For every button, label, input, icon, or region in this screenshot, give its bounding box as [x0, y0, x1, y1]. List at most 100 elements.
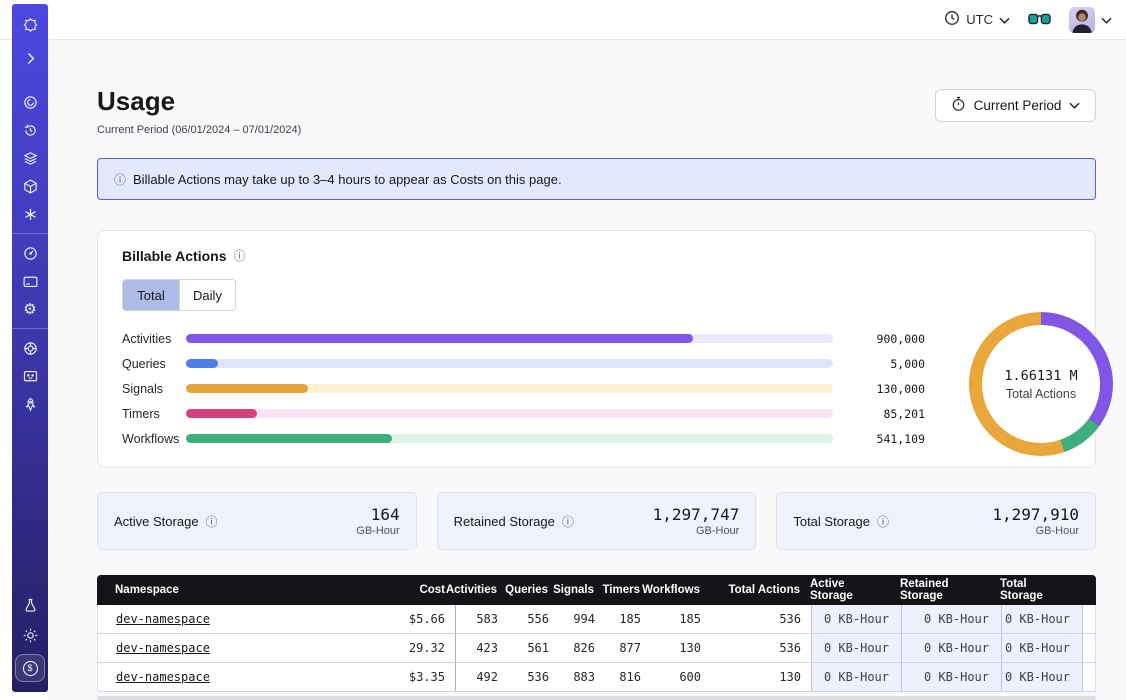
top-bar: UTC	[0, 0, 1126, 40]
chevron-right-icon[interactable]	[12, 45, 48, 71]
column-header-namespace: Namespace	[97, 575, 357, 605]
info-icon[interactable]: ⓘ	[234, 247, 246, 264]
cell-cost: $5.66	[358, 605, 456, 633]
bar-row: Timers85,201	[122, 401, 937, 426]
horizontal-scrollbar[interactable]	[97, 696, 1096, 700]
page-title: Usage	[97, 86, 175, 117]
cell-queries: 536	[508, 663, 559, 691]
lab-flask-icon[interactable]	[12, 592, 48, 618]
column-header-total_storage: Total Storage	[1000, 575, 1082, 605]
namespace-usage-table: NamespaceCostActivitiesQueriesSignalsTim…	[97, 575, 1096, 692]
history-icon[interactable]	[12, 117, 48, 143]
total-actions-label: Total Actions	[1006, 387, 1076, 401]
bar-row: Signals130,000	[122, 376, 937, 401]
cell-activities: 423	[456, 634, 508, 662]
pricing-coin-icon[interactable]: $	[15, 654, 45, 682]
cell-cost: $3.35	[358, 663, 456, 691]
total-storage-card: Total Storage ⓘ 1,297,910 GB-Hour	[776, 492, 1096, 550]
column-header-active_storage: Active Storage	[810, 575, 900, 605]
bar-label: Activities	[122, 332, 186, 346]
timezone-label: UTC	[966, 12, 993, 27]
layers-icon[interactable]	[12, 145, 48, 171]
active-storage-value: 164	[356, 505, 399, 524]
cell-timers: 185	[605, 605, 651, 633]
bar-row: Workflows541,109	[122, 426, 937, 451]
namespace-link[interactable]: dev-namespace	[116, 641, 210, 655]
settings-gear-icon[interactable]: ⚙	[12, 296, 48, 322]
cell-activities: 583	[456, 605, 508, 633]
column-header-queries: Queries	[507, 575, 558, 605]
glasses-icon[interactable]	[1028, 13, 1051, 26]
cell-active_storage: 0 KB-Hour	[811, 634, 901, 662]
cell-signals: 994	[559, 605, 605, 633]
cell-workflows: 185	[651, 605, 711, 633]
storage-summary-row: Active Storage ⓘ 164 GB-Hour Retained St…	[97, 492, 1096, 550]
chevron-down-icon	[999, 12, 1010, 27]
cell-namespace: dev-namespace	[98, 663, 358, 691]
info-icon[interactable]: ⓘ	[206, 513, 218, 530]
cell-retained_storage: 0 KB-Hour	[901, 663, 1001, 691]
cube-icon[interactable]	[12, 173, 48, 199]
period-dropdown-label: Current Period	[974, 98, 1062, 113]
info-banner-text: Billable Actions may take up to 3–4 hour…	[133, 172, 562, 187]
cell-total_storage: 0 KB-Hour	[1001, 663, 1083, 691]
cell-activities: 492	[456, 663, 508, 691]
docs-monitor-icon[interactable]	[12, 363, 48, 389]
billable-bar-chart: Activities900,000 Queries 5,000 Signals130,…	[122, 326, 937, 451]
table-row: dev-namespace29.324235618268771305360 KB…	[98, 634, 1095, 663]
bar-fill	[186, 334, 693, 343]
billable-actions-title: Billable Actions ⓘ	[122, 247, 246, 264]
column-header-activities: Activities	[455, 575, 507, 605]
namespaces-icon[interactable]	[12, 89, 48, 115]
total-storage-label: Total Storage ⓘ	[793, 513, 889, 530]
active-storage-unit: GB-Hour	[356, 525, 399, 537]
cell-signals: 883	[559, 663, 605, 691]
theme-sun-icon[interactable]	[12, 622, 48, 648]
cell-retained_storage: 0 KB-Hour	[901, 605, 1001, 633]
asterisk-icon[interactable]	[12, 201, 48, 227]
cell-queries: 556	[508, 605, 559, 633]
total-storage-value: 1,297,910	[992, 505, 1079, 524]
billing-card-icon[interactable]	[12, 268, 48, 294]
tab-daily[interactable]: Daily	[179, 280, 235, 310]
stopwatch-icon	[951, 96, 966, 115]
main-content: Usage Current Period (06/01/2024 – 07/01…	[48, 40, 1126, 700]
cell-total_storage: 0 KB-Hour	[1001, 634, 1083, 662]
namespace-link[interactable]: dev-namespace	[116, 670, 210, 684]
cell-workflows: 130	[651, 634, 711, 662]
bar-value: 5,000	[833, 357, 925, 371]
cell-cost: 29.32	[358, 634, 456, 662]
column-header-workflows: Workflows	[650, 575, 710, 605]
bar-label: Queries	[122, 357, 186, 371]
column-header-cost: Cost	[357, 575, 455, 605]
tab-total[interactable]: Total	[123, 280, 179, 310]
clock-icon	[944, 10, 960, 29]
retained-storage-card: Retained Storage ⓘ 1,297,747 GB-Hour	[437, 492, 757, 550]
namespace-link[interactable]: dev-namespace	[116, 612, 210, 626]
user-menu[interactable]	[1069, 7, 1112, 33]
info-icon[interactable]: ⓘ	[877, 513, 889, 530]
active-storage-label: Active Storage ⓘ	[114, 513, 218, 530]
app-sidebar: ⚙ $	[12, 4, 48, 692]
info-icon: ⓘ	[114, 171, 126, 188]
info-icon[interactable]: ⓘ	[562, 513, 574, 530]
donut-center: 1.66131 M Total Actions	[982, 325, 1100, 443]
table-row: dev-namespace$5.665835569941851855360 KB…	[98, 605, 1095, 634]
bar-row: Activities900,000	[122, 326, 937, 351]
cell-active_storage: 0 KB-Hour	[811, 605, 901, 633]
sidebar-divider	[12, 328, 48, 329]
period-dropdown-button[interactable]: Current Period	[935, 89, 1096, 122]
billable-actions-card: Billable Actions ⓘ Total Daily Activitie…	[97, 230, 1096, 468]
cell-retained_storage: 0 KB-Hour	[901, 634, 1001, 662]
bar-fill	[186, 434, 392, 443]
bar-fill	[186, 384, 308, 393]
active-storage-card: Active Storage ⓘ 164 GB-Hour	[97, 492, 417, 550]
timezone-selector[interactable]: UTC	[944, 10, 1010, 29]
temporal-logo-icon[interactable]	[12, 11, 48, 37]
usage-gauge-icon[interactable]	[12, 240, 48, 266]
page-subtitle: Current Period (06/01/2024 – 07/01/2024)	[97, 124, 301, 136]
bar-fill	[186, 409, 257, 418]
support-lifebuoy-icon[interactable]	[12, 335, 48, 361]
rocket-icon[interactable]	[12, 391, 48, 417]
cell-total_actions: 536	[711, 634, 811, 662]
